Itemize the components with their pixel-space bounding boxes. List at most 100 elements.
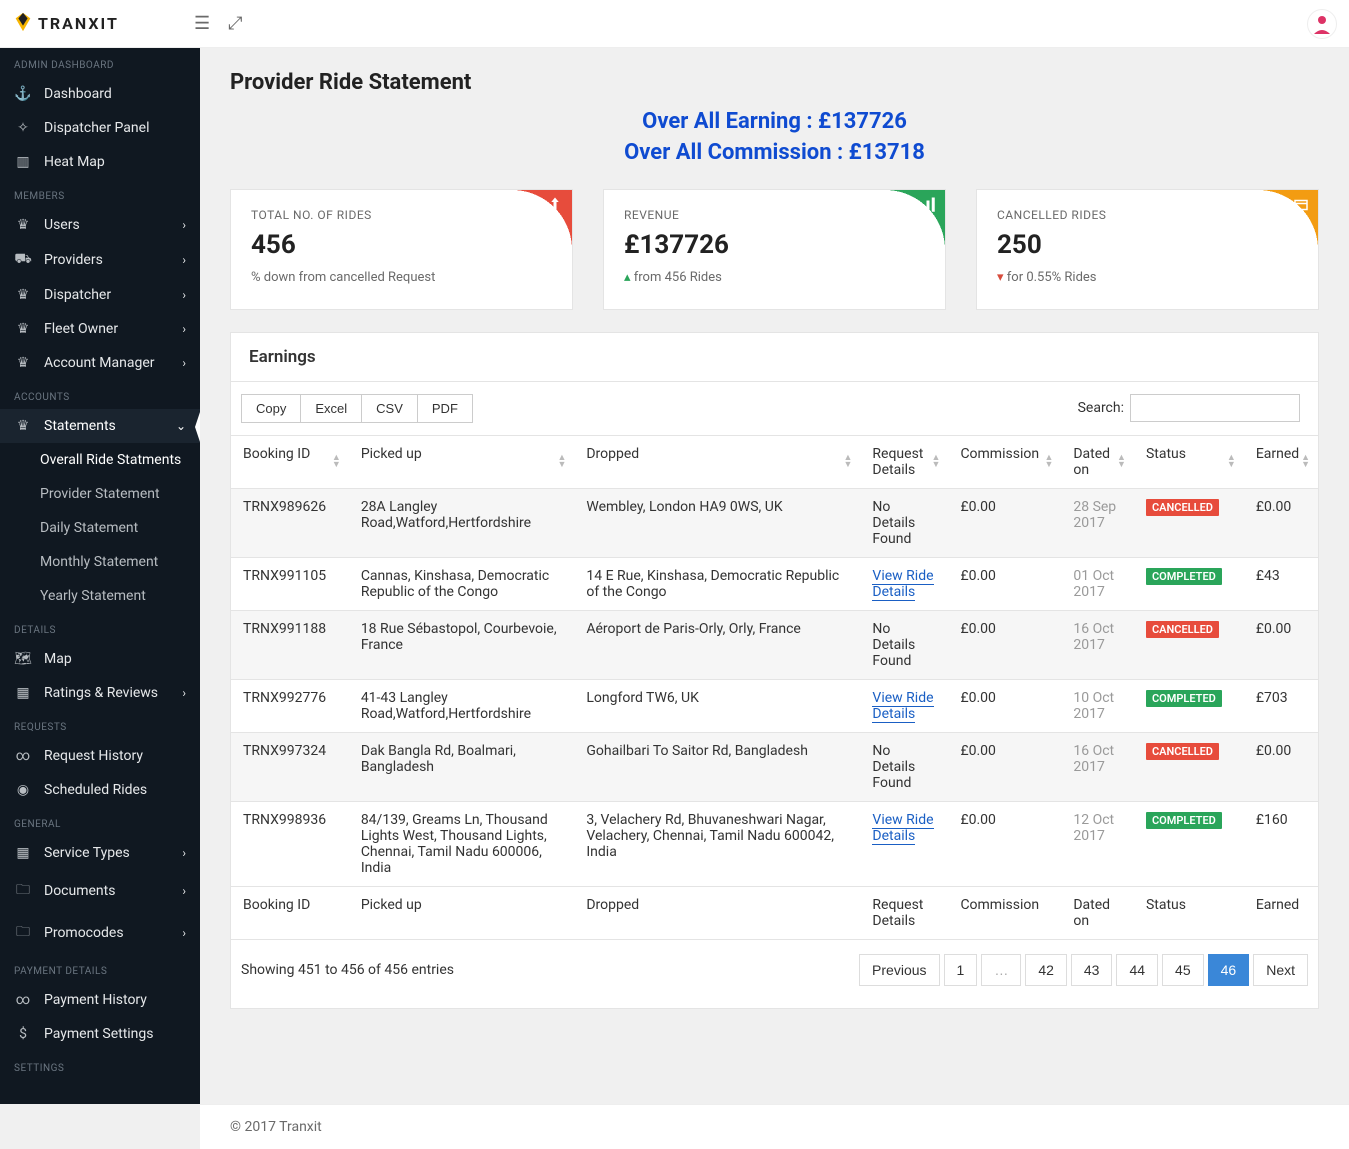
cell-date: 16 Oct 2017: [1061, 610, 1134, 679]
column-header[interactable]: Commission▲▼: [948, 435, 1061, 488]
chevron-icon: ›: [182, 253, 186, 267]
column-header[interactable]: Earned▲▼: [1244, 435, 1318, 488]
sidebar-heading: PAYMENT DETAILS: [0, 954, 200, 983]
pagination-ellipsis: …: [981, 954, 1021, 986]
cell-status: COMPLETED: [1134, 557, 1244, 610]
pagination: Previous1…4243444546Next: [859, 954, 1308, 986]
search-input[interactable]: [1130, 394, 1300, 422]
pagination-page-44[interactable]: 44: [1116, 954, 1158, 986]
export-pdf-button[interactable]: PDF: [418, 394, 473, 423]
sidebar-item-request-history[interactable]: ∞Request History: [0, 739, 200, 773]
cell-date: 12 Oct 2017: [1061, 801, 1134, 886]
pagination-page-43[interactable]: 43: [1071, 954, 1113, 986]
sidebar-heading: SETTINGS: [0, 1051, 200, 1080]
sidebar-item-fleet-owner[interactable]: ♛Fleet Owner›: [0, 312, 200, 346]
cell-pickup: 18 Rue Sébastopol, Courbevoie, France: [349, 610, 575, 679]
chevron-icon: ›: [182, 288, 186, 302]
column-header[interactable]: Dropped▲▼: [574, 435, 860, 488]
chevron-icon: ›: [182, 322, 186, 336]
sidebar-item-scheduled-rides[interactable]: ◉Scheduled Rides: [0, 773, 200, 807]
stat-value: 250: [997, 230, 1298, 260]
sidebar-item-heat-map[interactable]: ▥Heat Map: [0, 145, 200, 179]
sidebar-icon: ⛟: [14, 251, 32, 269]
sidebar-subitem-provider-statement[interactable]: Provider Statement: [0, 477, 200, 511]
sidebar-icon: 🗀: [14, 879, 32, 903]
sidebar-item-documents[interactable]: 🗀Documents›: [0, 870, 200, 912]
sidebar-item-label: Scheduled Rides: [44, 782, 147, 798]
sidebar-item-statements[interactable]: ♛Statements⌄: [0, 409, 200, 443]
cell-booking-id: TRNX991105: [231, 557, 349, 610]
earnings-panel: Earnings CopyExcelCSVPDF Search: Booking…: [230, 332, 1319, 1009]
pagination-page-42[interactable]: 42: [1025, 954, 1067, 986]
cell-earned: £0.00: [1244, 610, 1318, 679]
sidebar-icon: ▦: [14, 685, 32, 701]
column-footer: Dropped: [574, 886, 860, 939]
pagination-page-46[interactable]: 46: [1208, 954, 1250, 986]
menu-toggle-icon[interactable]: ☰: [194, 13, 210, 34]
sidebar-subitem-yearly-statement[interactable]: Yearly Statement: [0, 579, 200, 613]
cell-drop: Aéroport de Paris-Orly, Orly, France: [574, 610, 860, 679]
sidebar-heading: ADMIN DASHBOARD: [0, 48, 200, 77]
sidebar-icon: ∞: [14, 748, 32, 764]
pagination-page-1[interactable]: 1: [944, 954, 978, 986]
column-footer: Request Details: [860, 886, 948, 939]
stat-card: CANCELLED RIDES250▾ for 0.55% Rides: [976, 189, 1319, 310]
pagination-page-45[interactable]: 45: [1162, 954, 1204, 986]
view-ride-details-link[interactable]: View Ride Details: [872, 568, 933, 601]
sidebar-item-payment-history[interactable]: ∞Payment History: [0, 983, 200, 1017]
stat-value: 456: [251, 230, 552, 260]
stat-corner-icon: [885, 190, 945, 250]
sidebar-item-ratings-reviews[interactable]: ▦Ratings & Reviews›: [0, 676, 200, 710]
column-header[interactable]: Status▲▼: [1134, 435, 1244, 488]
sidebar-item-users[interactable]: ♛Users›: [0, 208, 200, 242]
cell-earned: £0.00: [1244, 732, 1318, 801]
sidebar-item-map[interactable]: 🗺Map: [0, 642, 200, 676]
sidebar-item-label: Dashboard: [44, 86, 112, 102]
chevron-icon: ›: [182, 926, 186, 940]
sidebar-item-dispatcher-panel[interactable]: ✧Dispatcher Panel: [0, 111, 200, 145]
export-copy-button[interactable]: Copy: [241, 394, 301, 423]
export-excel-button[interactable]: Excel: [301, 394, 362, 423]
column-header[interactable]: Booking ID▲▼: [231, 435, 349, 488]
fullscreen-icon[interactable]: ⤢: [228, 13, 242, 34]
cell-pickup: 41-43 Langley Road,Watford,Hertfordshire: [349, 679, 575, 732]
column-header[interactable]: Dated on▲▼: [1061, 435, 1134, 488]
sidebar-item-service-types[interactable]: ▦Service Types›: [0, 836, 200, 870]
cell-commission: £0.00: [948, 488, 1061, 557]
stat-subtext: ▴ from 456 Rides: [624, 270, 925, 285]
earnings-table: Booking ID▲▼Picked up▲▼Dropped▲▼Request …: [231, 435, 1318, 940]
cell-request: View Ride Details: [860, 801, 948, 886]
user-avatar[interactable]: [1307, 9, 1337, 39]
column-header[interactable]: Picked up▲▼: [349, 435, 575, 488]
brand-text: TRANXIT: [38, 14, 119, 33]
sidebar-item-dashboard[interactable]: ⚓Dashboard: [0, 77, 200, 111]
sidebar-item-account-manager[interactable]: ♛Account Manager›: [0, 346, 200, 380]
chevron-icon: ›: [182, 218, 186, 232]
status-badge: COMPLETED: [1146, 690, 1222, 707]
cell-drop: Longford TW6, UK: [574, 679, 860, 732]
stat-title: REVENUE: [624, 208, 925, 222]
sidebar-item-promocodes[interactable]: 🗀Promocodes›: [0, 912, 200, 954]
cell-status: CANCELLED: [1134, 610, 1244, 679]
search-label: Search:: [1078, 400, 1124, 416]
column-header[interactable]: Request Details▲▼: [860, 435, 948, 488]
sidebar-item-label: Promocodes: [44, 925, 124, 941]
pagination-previous[interactable]: Previous: [859, 954, 939, 986]
sidebar: ADMIN DASHBOARD⚓Dashboard✧Dispatcher Pan…: [0, 48, 200, 1104]
sidebar-item-providers[interactable]: ⛟Providers›: [0, 242, 200, 278]
sidebar-icon: ♛: [14, 321, 32, 337]
sidebar-subitem-daily-statement[interactable]: Daily Statement: [0, 511, 200, 545]
sidebar-item-dispatcher[interactable]: ♛Dispatcher›: [0, 278, 200, 312]
sidebar-item-payment-settings[interactable]: $Payment Settings: [0, 1017, 200, 1051]
cell-booking-id: TRNX991188: [231, 610, 349, 679]
cell-commission: £0.00: [948, 557, 1061, 610]
export-csv-button[interactable]: CSV: [362, 394, 418, 423]
sidebar-subitem-overall-ride-statments[interactable]: Overall Ride Statments: [0, 443, 200, 477]
cell-drop: 14 E Rue, Kinshasa, Democratic Republic …: [574, 557, 860, 610]
view-ride-details-link[interactable]: View Ride Details: [872, 690, 933, 723]
sidebar-subitem-monthly-statement[interactable]: Monthly Statement: [0, 545, 200, 579]
chevron-icon: ›: [182, 686, 186, 700]
pagination-next[interactable]: Next: [1253, 954, 1308, 986]
view-ride-details-link[interactable]: View Ride Details: [872, 812, 933, 845]
brand-logo[interactable]: TRANXIT: [12, 11, 182, 37]
